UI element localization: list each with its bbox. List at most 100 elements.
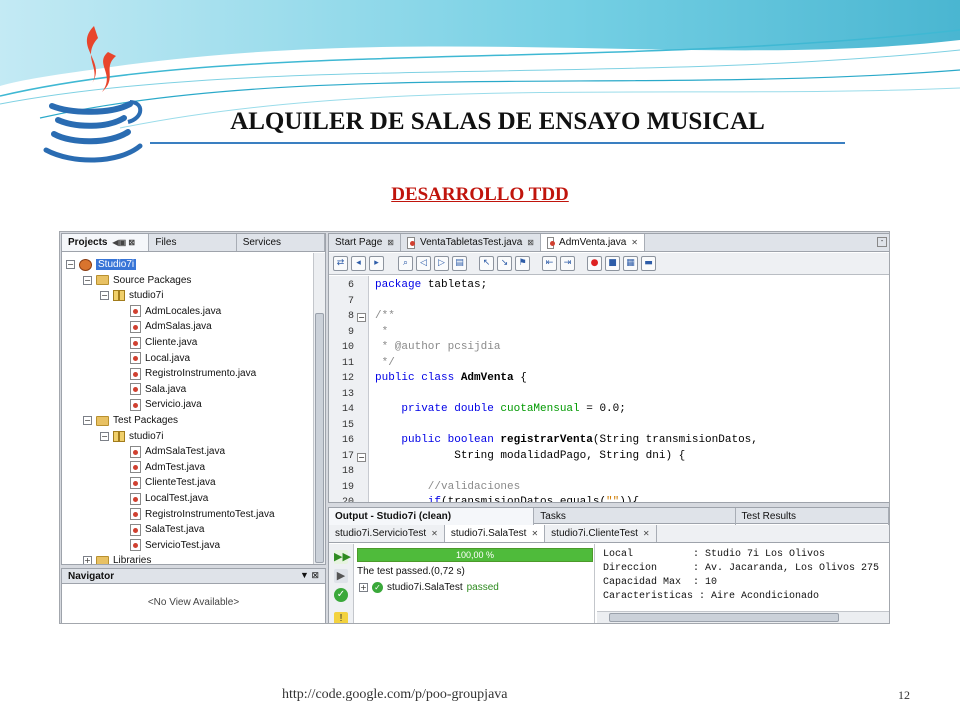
tab-tasks[interactable]: Tasks (534, 508, 736, 525)
fold-icon[interactable]: − (357, 452, 366, 462)
tab-salatest[interactable]: studio7i.SalaTest ✕ (444, 525, 546, 542)
test-class-name: studio7i.SalaTest (387, 582, 463, 593)
back-icon[interactable]: ◂ (351, 256, 366, 271)
panel-options-icon[interactable]: ▼ ⊠ (300, 570, 319, 581)
line-number: 13 (341, 388, 354, 400)
previous-bookmark-icon[interactable]: ↖ (479, 256, 494, 271)
toggle-bookmark-icon[interactable]: ⚑ (515, 256, 530, 271)
warning-icon[interactable]: ! (334, 612, 348, 623)
console-horizontal-scrollbar[interactable] (597, 611, 889, 623)
comment-icon[interactable]: ▦ (623, 256, 638, 271)
uncomment-icon[interactable]: ▬ (641, 256, 656, 271)
tree-item-label: Test Packages (113, 415, 179, 426)
navigator-panel: Navigator ▼ ⊠ <No View Available> (61, 568, 326, 623)
tab-start-page[interactable]: Start Page ⊠ (329, 234, 401, 251)
expand-icon[interactable]: + (83, 556, 92, 564)
stop-macro-icon[interactable]: ■ (605, 256, 620, 271)
rerun-icon[interactable]: ▶▶ (334, 550, 351, 564)
record-macro-icon[interactable]: ● (587, 256, 602, 271)
test-status: passed (466, 582, 499, 593)
tree-item[interactable]: ClienteTest.java (117, 475, 216, 490)
code-token: if (375, 496, 442, 503)
show-passed-icon[interactable]: ✓ (334, 588, 348, 602)
tab-files[interactable]: Files (149, 234, 237, 251)
search-icon[interactable]: ⌕ (398, 256, 413, 271)
close-icon[interactable]: ⊠ (527, 238, 534, 247)
tree-item[interactable]: AdmSalas.java (117, 319, 212, 334)
shift-left-icon[interactable]: ⇤ (542, 256, 557, 271)
tree-item[interactable]: Local.java (117, 351, 190, 366)
collapse-icon[interactable]: − (100, 431, 109, 441)
collapse-icon[interactable]: − (66, 260, 75, 269)
restore-window-icon[interactable]: - (877, 237, 887, 247)
tab-clientetest[interactable]: studio7i.ClienteTest ✕ (545, 525, 657, 542)
tree-item[interactable]: LocalTest.java (117, 491, 208, 506)
project-tree: − Studio7i − Source Packages − studio7i AdmLoc… (62, 253, 313, 564)
code-token: (String transmisionDatos, (592, 434, 758, 446)
tab-projects[interactable]: Projects ◀▣ ⊠ (62, 234, 150, 251)
close-icon[interactable]: ✕ (631, 238, 638, 247)
tree-item[interactable]: ServicioTest.java (117, 538, 220, 553)
footer-url[interactable]: http://code.google.com/p/poo-groupjava (282, 687, 508, 703)
rerun-failed-icon[interactable]: ▶ (334, 569, 348, 583)
tab-label: studio7i.SalaTest (450, 528, 527, 539)
tree-item[interactable]: − Source Packages (83, 273, 191, 288)
code-token: = 0.0; (579, 403, 626, 415)
tree-item[interactable]: − Test Packages (83, 413, 178, 428)
tree-item[interactable]: Cliente.java (117, 335, 197, 350)
tab-label: AdmVenta.java (559, 237, 627, 248)
tab-ventatabletastest[interactable]: VentaTabletasTest.java ⊠ (401, 234, 541, 251)
shift-right-icon[interactable]: ⇥ (560, 256, 575, 271)
tree-item[interactable]: + Libraries (83, 553, 151, 564)
close-icon[interactable]: ✕ (531, 529, 538, 538)
tree-item[interactable]: AdmTest.java (117, 460, 205, 475)
tree-item[interactable]: − Studio7i (66, 257, 137, 272)
tab-test-results[interactable]: Test Results (736, 508, 889, 525)
close-icon[interactable]: ✕ (643, 529, 650, 538)
close-icon[interactable]: ✕ (431, 529, 438, 538)
minimize-icon[interactable]: ◀▣ ⊠ (112, 238, 135, 247)
tree-item[interactable]: SalaTest.java (117, 522, 204, 537)
tree-item-label: Cliente.java (145, 337, 198, 348)
tree-item[interactable]: AdmSalaTest.java (117, 444, 225, 459)
tree-item[interactable]: − studio7i (100, 429, 163, 444)
fold-icon[interactable]: − (357, 313, 366, 322)
test-result-row[interactable]: + ✓ studio7i.SalaTest passed (359, 582, 499, 593)
tree-item-label: LocalTest.java (145, 493, 209, 504)
tab-label: Files (155, 237, 177, 248)
tree-item-label: RegistroInstrumento.java (145, 368, 257, 380)
code-line: /** (375, 310, 395, 322)
tab-serviciotest[interactable]: studio7i.ServicioTest ✕ (329, 525, 445, 542)
find-next-icon[interactable]: ▷ (434, 256, 449, 271)
tree-item[interactable]: RegistroInstrumento.java (117, 366, 256, 381)
tab-output[interactable]: Output - Studio7i (clean) (329, 508, 535, 525)
java-file-icon (130, 320, 141, 333)
close-icon[interactable]: ⊠ (387, 238, 394, 247)
collapse-icon[interactable]: − (83, 416, 92, 425)
find-previous-icon[interactable]: ◁ (416, 256, 431, 271)
collapse-icon[interactable]: − (83, 275, 92, 285)
folder-icon (96, 415, 109, 426)
tree-item-label: ServicioTest.java (145, 539, 221, 551)
folder-icon (96, 555, 109, 564)
line-number: 17 (341, 450, 354, 462)
expand-icon[interactable]: + (359, 583, 368, 592)
next-bookmark-icon[interactable]: ↘ (497, 256, 512, 271)
tree-scrollbar[interactable] (313, 253, 325, 564)
forward-icon[interactable]: ▸ (369, 256, 384, 271)
source-icon[interactable]: ⇄ (333, 256, 348, 271)
scrollbar-thumb[interactable] (609, 613, 839, 622)
scrollbar-thumb[interactable] (315, 313, 324, 563)
tab-services[interactable]: Services (237, 234, 325, 251)
collapse-icon[interactable]: − (100, 291, 109, 301)
tree-item[interactable]: Servicio.java (117, 397, 202, 412)
code-area[interactable]: package tabletas; /** * * @author pcsijdi… (371, 276, 889, 502)
tree-item[interactable]: RegistroInstrumentoTest.java (117, 507, 275, 522)
code-line: public boolean registrarVenta(String tra… (375, 434, 758, 446)
tree-item[interactable]: Sala.java (117, 382, 186, 397)
tab-admventa[interactable]: AdmVenta.java ✕ (541, 234, 645, 251)
java-file-icon (130, 336, 141, 349)
tree-item[interactable]: − studio7i (100, 288, 163, 303)
tree-item[interactable]: AdmLocales.java (117, 304, 221, 319)
toggle-highlight-icon[interactable]: ▤ (452, 256, 467, 271)
